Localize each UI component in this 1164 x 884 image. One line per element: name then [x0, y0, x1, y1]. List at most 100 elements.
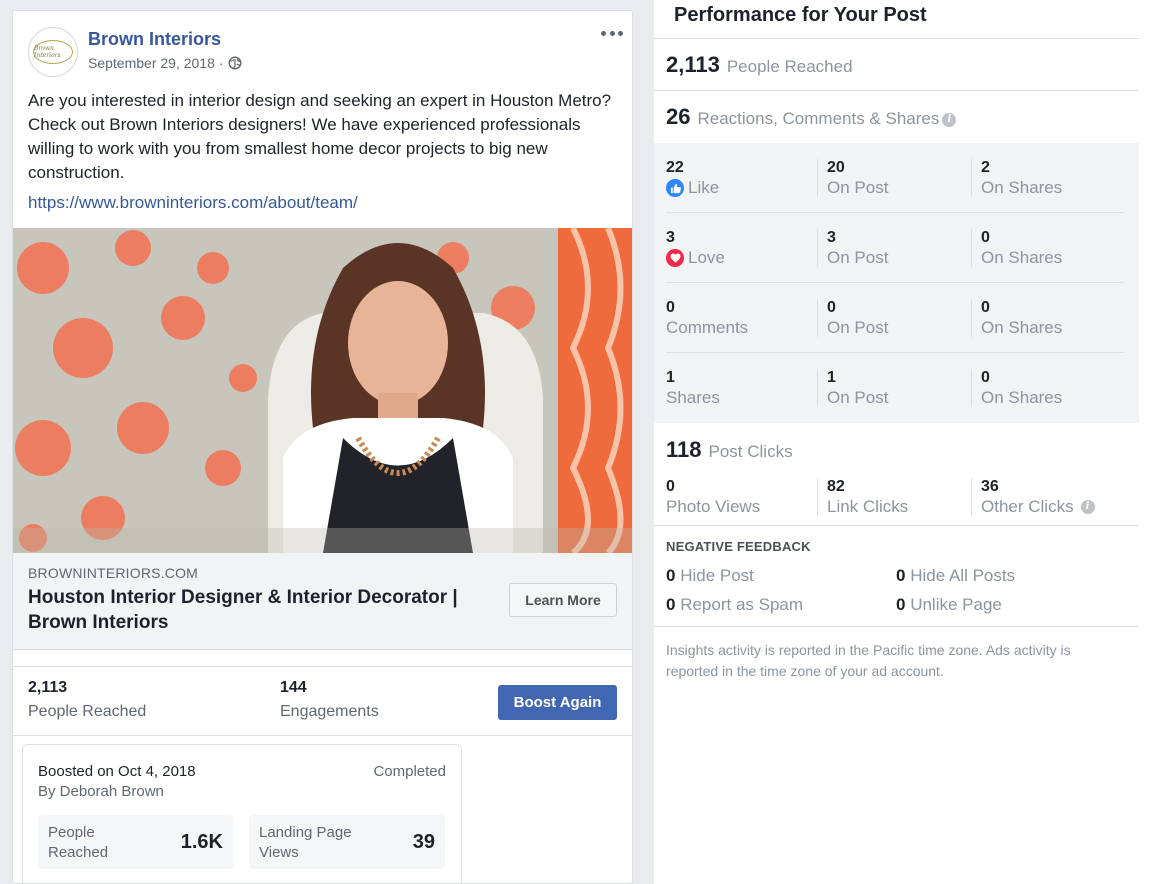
column-divider [817, 229, 818, 267]
like-label-wrap: Like [666, 177, 719, 199]
love-icon [666, 249, 684, 267]
love-count: 3 Love [666, 229, 725, 269]
link-preview-card[interactable]: BROWNINTERIORS.COM Houston Interior Desi… [13, 553, 632, 650]
shares-label: Shares [666, 388, 720, 407]
report-spam-label: Report as Spam [680, 595, 804, 614]
reactions-breakdown: 22 Like 20 On Post 2 On Shares 3 Love 3 … [654, 143, 1139, 423]
avatar-logo: Brown Interiors [33, 40, 73, 64]
comments-label: Comments [666, 318, 749, 337]
love-on-post-label: On Post [827, 248, 889, 267]
comments-on-shares: 0 On Shares [981, 299, 1062, 339]
post-text: Are you interested in interior design an… [28, 91, 612, 182]
more-options-icon[interactable] [601, 27, 623, 39]
reached-value: 2,113 [666, 52, 720, 77]
love-on-shares-label: On Shares [981, 248, 1063, 267]
column-divider [971, 299, 972, 337]
unlike-page-stat: 0 Unlike Page [896, 595, 1002, 615]
comments-on-post-label: On Post [827, 318, 889, 337]
boost-people-reached-value: 1.6K [180, 831, 223, 853]
column-divider [971, 229, 972, 267]
column-divider [817, 478, 818, 516]
photo-woman-in-office [13, 228, 632, 553]
comments-on-post: 0 On Post [827, 299, 888, 339]
boost-again-button[interactable]: Boost Again [498, 685, 617, 720]
hide-all-posts-label: Hide All Posts [910, 566, 1016, 585]
post-clicks-summary: 118 Post Clicks [666, 437, 793, 463]
shares-on-shares-value: 0 [981, 369, 990, 386]
unlike-page-value: 0 [896, 595, 906, 614]
other-clicks-label: Other Clicks [981, 497, 1074, 516]
column-divider [817, 369, 818, 407]
report-spam-stat: 0 Report as Spam [666, 595, 803, 615]
page-name-link[interactable]: Brown Interiors [88, 29, 221, 50]
info-icon[interactable]: i [1080, 500, 1095, 514]
shares-on-post-value: 1 [827, 369, 836, 386]
post-link[interactable]: https://www.browninteriors.com/about/tea… [28, 193, 358, 213]
column-divider [971, 478, 972, 516]
clicks-breakdown: 0 Photo Views 82 Link Clicks 36 Other Cl… [654, 462, 1139, 532]
engagements-stat: 144 Engagements [280, 679, 379, 721]
meta-separator: · [218, 55, 224, 71]
engagement-label-text: Reactions, Comments & Shares [697, 109, 940, 128]
boost-landing-value: 39 [412, 831, 435, 853]
post-card: Brown Interiors Brown Interiors Septembe… [12, 10, 633, 884]
boost-people-reached: People Reached 1.6K [38, 815, 233, 869]
learn-more-button[interactable]: Learn More [509, 583, 617, 617]
shares-count-value: 1 [666, 369, 675, 386]
divider [654, 525, 1139, 526]
comments-on-post-value: 0 [827, 299, 836, 316]
globe-icon [228, 56, 242, 70]
like-on-shares: 2 On Shares [981, 159, 1062, 199]
photo-views-label: Photo Views [666, 497, 761, 516]
reaction-row-shares: 1 Shares 1 On Post 0 On Shares [654, 353, 1139, 423]
shares-count: 1 Shares [666, 369, 720, 409]
engagements-value: 144 [280, 679, 307, 696]
hide-all-posts-value: 0 [896, 566, 906, 585]
other-clicks-value: 36 [981, 478, 999, 495]
like-count: 22 Like [666, 159, 719, 199]
people-reached-value: 2,113 [28, 679, 68, 696]
post-date[interactable]: September 29, 2018 [88, 55, 215, 71]
column-divider [971, 369, 972, 407]
link-title[interactable]: Houston Interior Designer & Interior Dec… [28, 585, 498, 635]
post-clicks-value: 118 [666, 437, 702, 462]
post-photo[interactable] [13, 228, 632, 553]
report-spam-value: 0 [666, 595, 676, 614]
other-clicks: 36 Other Clicks i [981, 478, 1095, 518]
link-clicks: 82 Link Clicks [827, 478, 908, 518]
performance-panel: Performance for Your Post 2,113 People R… [654, 0, 1164, 884]
like-icon [666, 179, 684, 197]
page-avatar[interactable]: Brown Interiors [28, 27, 78, 77]
column-divider [817, 299, 818, 337]
hide-post-label: Hide Post [680, 566, 754, 585]
link-clicks-value: 82 [827, 478, 845, 495]
boost-people-reached-label: People Reached [48, 824, 109, 861]
link-clicks-label: Link Clicks [827, 497, 909, 516]
engagement-value: 26 [666, 104, 691, 129]
boost-landing-label: Landing Page Views [259, 824, 352, 861]
divider [654, 38, 1139, 39]
column-divider [817, 159, 818, 197]
love-on-shares: 0 On Shares [981, 229, 1062, 269]
love-on-post: 3 On Post [827, 229, 888, 269]
reaction-row-comments: 0 Comments 0 On Post 0 On Shares [654, 283, 1139, 353]
like-label: Like [688, 178, 720, 197]
love-on-shares-value: 0 [981, 229, 990, 246]
engagements-label: Engagements [280, 703, 379, 720]
comments-on-shares-label: On Shares [981, 318, 1063, 337]
shares-on-post: 1 On Post [827, 369, 888, 409]
shares-on-shares: 0 On Shares [981, 369, 1062, 409]
love-label-wrap: Love [666, 247, 725, 269]
performance-title: Performance for Your Post [674, 4, 927, 26]
boost-status: Completed [373, 763, 446, 780]
hide-all-posts-stat: 0 Hide All Posts [896, 566, 1015, 586]
people-reached-label: People Reached [28, 703, 147, 720]
column-divider [971, 159, 972, 197]
boost-summary-card[interactable]: Boosted on Oct 4, 2018 By Deborah Brown … [22, 744, 462, 883]
post-stats: 2,113 People Reached 144 Engagements Boo… [13, 666, 632, 736]
boost-landing-views: Landing Page Views 39 [249, 815, 445, 869]
like-on-post-value: 20 [827, 159, 845, 176]
comments-count-value: 0 [666, 299, 675, 316]
like-count-value: 22 [666, 159, 684, 176]
info-icon[interactable]: i [942, 112, 957, 127]
